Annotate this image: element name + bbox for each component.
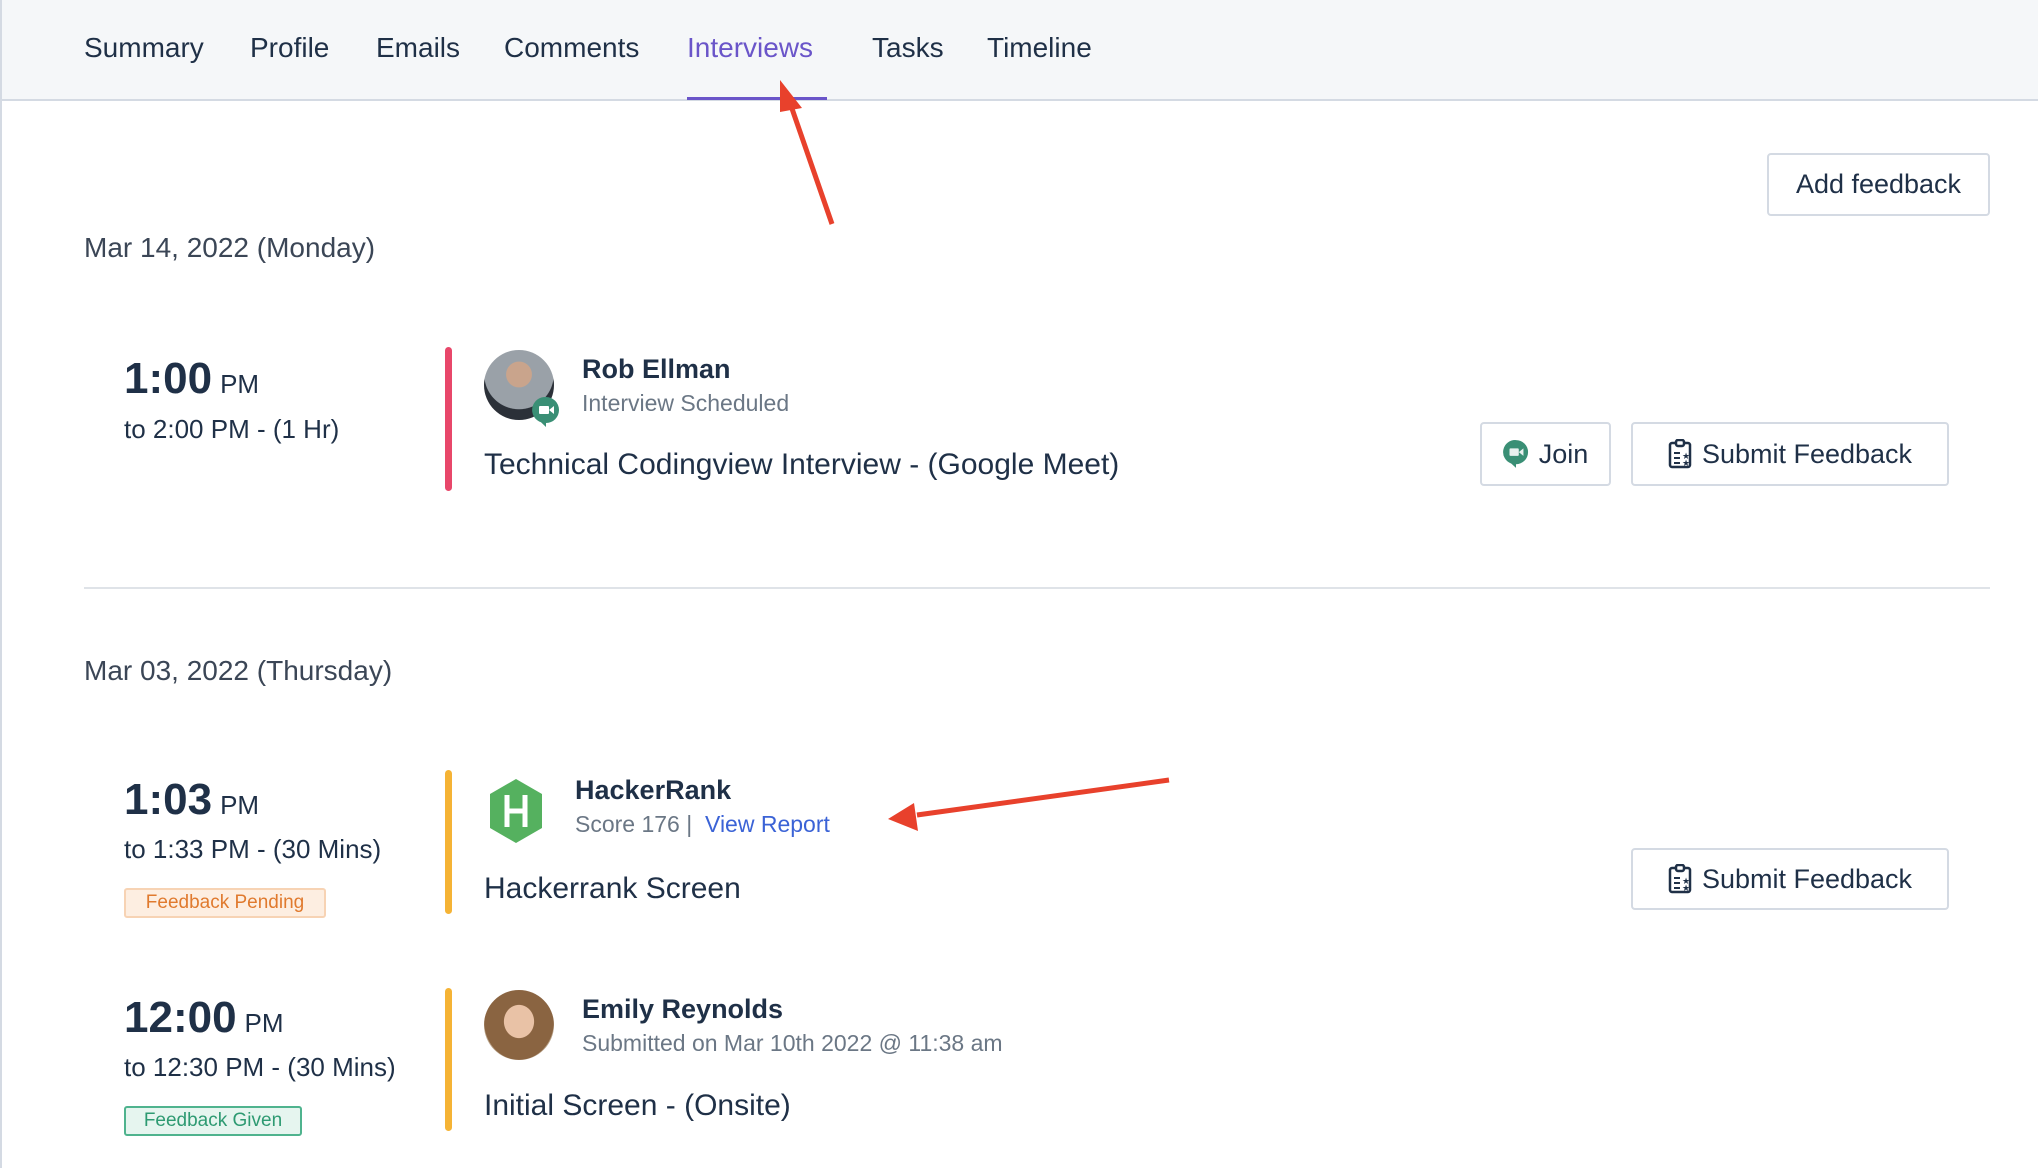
- tab-comments[interactable]: Comments: [504, 30, 639, 66]
- interview-title: Technical Codingview Interview - (Google…: [484, 448, 1120, 481]
- separator: |: [686, 811, 693, 837]
- hackerrank-logo-icon: [490, 779, 542, 843]
- annotation-arrows: [780, 80, 1170, 831]
- interviewer-name: Rob Ellman: [582, 354, 731, 384]
- add-feedback-label: Add feedback: [1795, 169, 1962, 199]
- submit-feedback-label: Submit Feedback: [1701, 863, 1913, 894]
- interview-title: Initial Screen - (Onsite): [484, 1089, 791, 1122]
- clipboard-icon: ★★: [1668, 439, 1692, 469]
- submission-status: Submitted on Mar 10th 2022 @ 11:38 am: [582, 1030, 1003, 1056]
- join-button[interactable]: Join: [1480, 422, 1611, 486]
- arrow-to-interviews-tab: [780, 80, 835, 225]
- interview-status: Interview Scheduled: [582, 390, 790, 416]
- submit-feedback-label: Submit Feedback: [1701, 438, 1913, 469]
- badge-label: Feedback Given: [143, 1110, 283, 1131]
- tab-summary[interactable]: Summary: [84, 30, 204, 66]
- ampm: PM: [244, 1008, 284, 1038]
- tab-profile[interactable]: Profile: [250, 30, 329, 66]
- tab-timeline[interactable]: Timeline: [987, 30, 1092, 66]
- ampm: PM: [220, 790, 260, 820]
- interview-end-time: to 12:30 PM - (30 Mins): [124, 1052, 396, 1082]
- tab-emails[interactable]: Emails: [376, 30, 460, 66]
- badge-label: Feedback Pending: [145, 892, 305, 913]
- status-bar: [445, 988, 452, 1131]
- divider: [84, 587, 1990, 589]
- svg-text:★: ★: [1682, 883, 1690, 893]
- avatar-emily-reynolds: [484, 990, 554, 1060]
- score: Score 176: [575, 811, 680, 837]
- arrow-to-view-report: [888, 777, 1170, 831]
- view-report-link[interactable]: View Report: [705, 811, 830, 837]
- interview-end-time: to 1:33 PM - (30 Mins): [124, 834, 382, 864]
- status-bar: [445, 770, 452, 914]
- tab-bar: Summary Profile Emails Comments Intervie…: [2, 0, 2038, 101]
- ampm: PM: [220, 369, 260, 399]
- interview-start-time: 12:00 PM: [124, 993, 284, 1043]
- score-line: Score 176 | View Report: [575, 809, 830, 839]
- svg-text:★: ★: [1682, 458, 1690, 468]
- google-meet-icon: [1502, 440, 1528, 468]
- start-time: 1:03: [124, 775, 213, 824]
- tab-interviews[interactable]: Interviews: [687, 30, 813, 66]
- join-label: Join: [1538, 438, 1589, 469]
- feedback-given-badge: Feedback Given: [124, 1106, 302, 1136]
- submit-feedback-button[interactable]: ★ ★ Submit Feedback: [1631, 848, 1949, 910]
- active-tab-indicator: [687, 97, 827, 100]
- provider-name: HackerRank: [575, 775, 732, 805]
- interview-title: Hackerrank Screen: [484, 872, 741, 905]
- tab-tasks[interactable]: Tasks: [872, 30, 944, 66]
- submit-feedback-button[interactable]: ★ ★ Submit Feedback: [1631, 422, 1949, 486]
- add-feedback-button[interactable]: Add feedback: [1767, 153, 1990, 216]
- date-heading: Mar 03, 2022 (Thursday): [84, 655, 393, 686]
- interview-start-time: 1:03 PM: [124, 775, 259, 825]
- date-heading: Mar 14, 2022 (Monday): [84, 232, 376, 263]
- clipboard-icon: ★★: [1668, 864, 1692, 894]
- feedback-pending-badge: Feedback Pending: [124, 888, 326, 918]
- google-meet-icon: [532, 396, 559, 427]
- start-time: 1:00: [124, 354, 213, 403]
- interview-end-time: to 2:00 PM - (1 Hr): [124, 414, 340, 444]
- interviewer-name: Emily Reynolds: [582, 994, 784, 1024]
- status-bar: [445, 347, 452, 491]
- start-time: 12:00: [124, 993, 237, 1042]
- interview-start-time: 1:00 PM: [124, 354, 259, 404]
